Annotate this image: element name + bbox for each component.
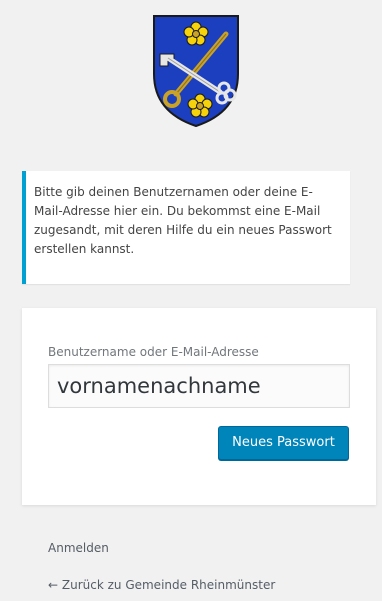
username-email-input[interactable]: vornamenachname — [48, 364, 350, 408]
info-message: Bitte gib deinen Benutzernamen oder dein… — [22, 171, 350, 284]
username-email-label: Benutzername oder E-Mail-Adresse — [48, 345, 259, 359]
new-password-button[interactable]: Neues Passwort — [218, 426, 349, 460]
lost-password-page: Bitte gib deinen Benutzernamen oder dein… — [0, 0, 382, 601]
coat-of-arms-icon — [153, 15, 239, 128]
back-to-site-link[interactable]: ← Zurück zu Gemeinde Rheinmünster — [48, 578, 275, 592]
info-message-text: Bitte gib deinen Benutzernamen oder dein… — [34, 185, 332, 256]
login-link[interactable]: Anmelden — [48, 541, 109, 555]
lost-password-form: Benutzername oder E-Mail-Adresse vorname… — [22, 308, 376, 505]
coat-of-arms-logo[interactable] — [146, 12, 246, 130]
